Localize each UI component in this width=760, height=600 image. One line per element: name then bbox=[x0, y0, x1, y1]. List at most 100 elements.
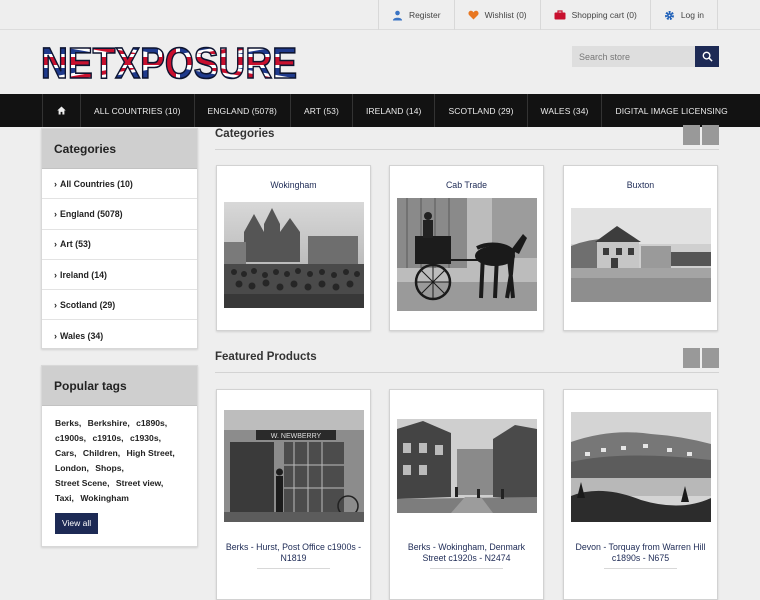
nav-scotland[interactable]: SCOTLAND (29) bbox=[434, 94, 526, 127]
tag-link[interactable]: Children, bbox=[83, 448, 120, 458]
nav-wales[interactable]: WALES (34) bbox=[526, 94, 602, 127]
nav-ireland[interactable]: IRELAND (14) bbox=[351, 94, 435, 127]
product-card[interactable]: Devon - Torquay from Warren Hill c1890s … bbox=[563, 389, 718, 600]
tag-link[interactable]: c1890s, bbox=[136, 418, 167, 428]
category-item-all-countries[interactable]: › All Countries (10) bbox=[42, 169, 197, 200]
search-box bbox=[572, 46, 719, 67]
category-item-scotland[interactable]: › Scotland (29) bbox=[42, 290, 197, 321]
tag-link[interactable]: Cars, bbox=[55, 448, 77, 458]
wishlist-link[interactable]: Wishlist (0) bbox=[453, 0, 540, 30]
carousel-controls bbox=[683, 125, 719, 145]
cart-icon bbox=[554, 10, 566, 20]
product-image[interactable] bbox=[571, 412, 711, 522]
search-input[interactable] bbox=[572, 46, 695, 67]
product-card[interactable]: Berks - Wokingham, Denmark Street c1920s… bbox=[389, 389, 544, 600]
category-card-image[interactable] bbox=[397, 198, 537, 311]
carousel-controls bbox=[683, 348, 719, 368]
register-label: Register bbox=[408, 10, 441, 20]
tag-link[interactable]: London, bbox=[55, 463, 89, 473]
wishlist-label: Wishlist (0) bbox=[484, 10, 527, 20]
category-card-wokingham[interactable]: Wokingham bbox=[216, 165, 371, 331]
gear-icon bbox=[664, 10, 675, 21]
chevron-right-icon: › bbox=[54, 299, 57, 310]
product-card[interactable]: W. NEWBERRY Berks - Hurst, Post Office c… bbox=[216, 389, 371, 600]
category-card-title: Cab Trade bbox=[445, 180, 488, 190]
shopping-cart-link[interactable]: Shopping cart (0) bbox=[539, 0, 650, 30]
sidebar-tags-title: Popular tags bbox=[42, 366, 197, 406]
logo-text: NETXPOSURE bbox=[41, 39, 297, 84]
product-title[interactable]: Berks - Wokingham, Denmark Street c1920s… bbox=[396, 542, 537, 564]
search-icon bbox=[702, 51, 713, 62]
category-label: Art (53) bbox=[60, 239, 91, 250]
category-card-buxton[interactable]: Buxton bbox=[563, 165, 718, 331]
login-label: Log in bbox=[680, 10, 704, 20]
category-label: Wales (34) bbox=[60, 330, 104, 341]
tag-link[interactable]: Wokingham bbox=[80, 493, 129, 503]
chevron-right-icon: › bbox=[54, 178, 57, 189]
tag-link[interactable]: c1910s, bbox=[92, 433, 123, 443]
tag-link[interactable]: Shops, bbox=[95, 463, 124, 473]
register-link[interactable]: Register bbox=[377, 0, 454, 30]
categories-section-header: Categories bbox=[215, 125, 719, 150]
chevron-right-icon: › bbox=[54, 330, 57, 341]
chevron-right-icon: › bbox=[54, 239, 57, 250]
nav-home[interactable] bbox=[42, 94, 80, 127]
category-label: Ireland (14) bbox=[60, 269, 107, 280]
featured-section-title: Featured Products bbox=[215, 351, 317, 363]
category-label: Scotland (29) bbox=[60, 299, 116, 310]
product-divider bbox=[257, 568, 330, 569]
nav-england[interactable]: ENGLAND (5078) bbox=[193, 94, 290, 127]
product-title[interactable]: Devon - Torquay from Warren Hill c1890s … bbox=[570, 542, 711, 564]
category-card-title: Buxton bbox=[626, 180, 655, 190]
category-card-cab-trade[interactable]: Cab Trade bbox=[389, 165, 544, 331]
product-divider bbox=[604, 568, 677, 569]
main-nav: ALL COUNTRIES (10) ENGLAND (5078) ART (5… bbox=[0, 94, 760, 127]
carousel-prev-button[interactable] bbox=[683, 125, 700, 145]
tag-cloud: Berks, Berkshire, c1890s, c1900s, c1910s… bbox=[42, 406, 197, 544]
heart-icon bbox=[468, 10, 479, 20]
shopping-cart-label: Shopping cart (0) bbox=[571, 10, 637, 20]
category-label: All Countries (10) bbox=[60, 178, 133, 189]
category-item-england[interactable]: › England (5078) bbox=[42, 199, 197, 230]
product-title[interactable]: Berks - Hurst, Post Office c1900s - N181… bbox=[223, 542, 364, 564]
sidebar-categories: Categories › All Countries (10) › England … bbox=[41, 128, 198, 349]
category-card-image[interactable] bbox=[571, 208, 711, 302]
categories-section-title: Categories bbox=[215, 128, 275, 140]
tag-link[interactable]: Street view, bbox=[116, 478, 163, 488]
category-item-wales[interactable]: › Wales (34) bbox=[42, 320, 197, 350]
tag-link[interactable]: Street Scene, bbox=[55, 478, 109, 488]
top-bar: Register Wishlist (0) Shopping cart (0) … bbox=[0, 0, 760, 30]
featured-section-header: Featured Products bbox=[215, 348, 719, 373]
chevron-right-icon: › bbox=[54, 208, 57, 219]
tag-link[interactable]: High Street, bbox=[127, 448, 175, 458]
product-divider bbox=[430, 568, 503, 569]
tag-link[interactable]: c1900s, bbox=[55, 433, 86, 443]
carousel-next-button[interactable] bbox=[702, 125, 719, 145]
search-button[interactable] bbox=[695, 46, 719, 67]
tag-link[interactable]: Taxi, bbox=[55, 493, 74, 503]
site-logo[interactable]: NETXPOSURE bbox=[40, 38, 298, 89]
category-card-title: Wokingham bbox=[270, 180, 317, 190]
tag-link[interactable]: Berkshire, bbox=[88, 418, 130, 428]
home-icon bbox=[57, 106, 66, 115]
sidebar-categories-title: Categories bbox=[42, 129, 197, 169]
header-links: Register Wishlist (0) Shopping cart (0) … bbox=[377, 0, 718, 30]
nav-art[interactable]: ART (53) bbox=[289, 94, 352, 127]
sidebar-popular-tags: Popular tags Berks, Berkshire, c1890s, c… bbox=[41, 365, 198, 547]
category-card-image[interactable] bbox=[224, 202, 364, 308]
product-image[interactable] bbox=[397, 419, 537, 513]
shop-sign-text: W. NEWBERRY bbox=[271, 433, 322, 440]
chevron-right-icon: › bbox=[54, 269, 57, 280]
category-item-ireland[interactable]: › Ireland (14) bbox=[42, 260, 197, 291]
category-label: England (5078) bbox=[60, 208, 123, 219]
tag-link[interactable]: c1930s, bbox=[130, 433, 161, 443]
carousel-next-button[interactable] bbox=[702, 348, 719, 368]
nav-digital-image-licensing[interactable]: DIGITAL IMAGE LICENSING bbox=[601, 94, 740, 127]
category-item-art[interactable]: › Art (53) bbox=[42, 230, 197, 260]
view-all-tags-button[interactable]: View all bbox=[55, 513, 99, 534]
carousel-prev-button[interactable] bbox=[683, 348, 700, 368]
product-image[interactable]: W. NEWBERRY bbox=[224, 410, 364, 522]
nav-all-countries[interactable]: ALL COUNTRIES (10) bbox=[80, 94, 194, 127]
login-link[interactable]: Log in bbox=[649, 0, 718, 30]
tag-link[interactable]: Berks, bbox=[55, 418, 81, 428]
